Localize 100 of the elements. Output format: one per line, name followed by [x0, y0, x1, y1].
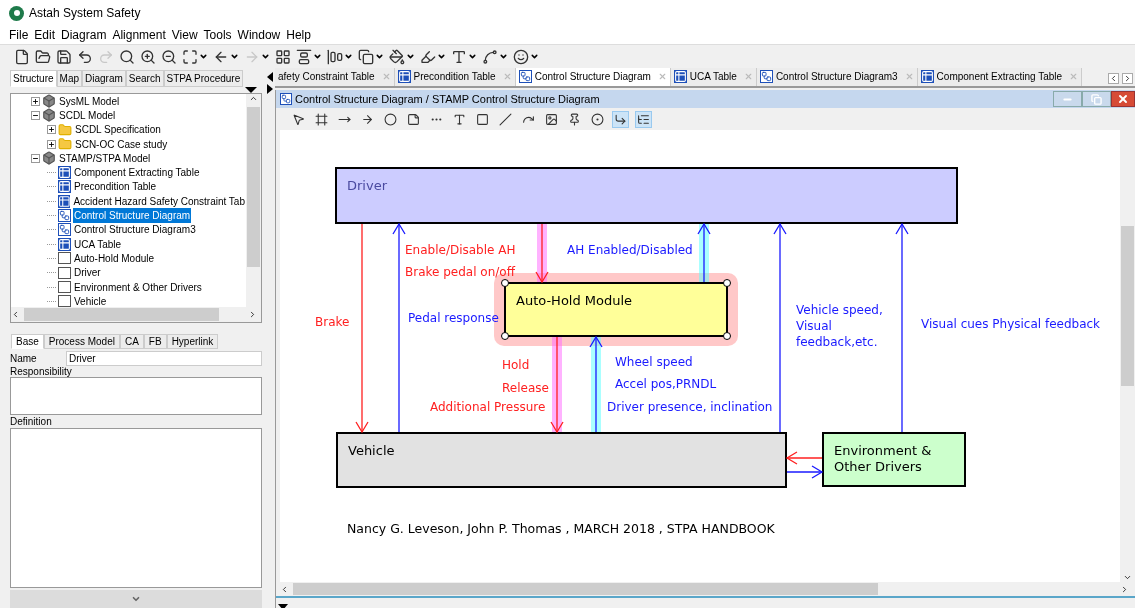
menu-item[interactable]: Alignment [112, 26, 166, 44]
diagram-icon [280, 93, 292, 105]
name-field[interactable]: Driver [66, 350, 262, 366]
dot-icon[interactable] [382, 110, 399, 128]
tree-item[interactable]: SCN-OC Case study [74, 136, 169, 152]
font-icon[interactable] [451, 48, 467, 65]
tab[interactable]: FB [143, 334, 167, 349]
folder-icon [58, 137, 72, 152]
tab[interactable]: Base [11, 334, 44, 349]
menu-item[interactable]: View [171, 26, 198, 44]
flow-label: Brake pedal on/off [405, 264, 515, 280]
tab-scroll-right-icon[interactable] [1122, 73, 1133, 84]
tab[interactable]: STPA Procedure [163, 70, 244, 87]
field-label: Name [10, 351, 38, 366]
scroll-right-icon[interactable] [1120, 584, 1129, 594]
tree-item[interactable]: Driver [73, 265, 102, 281]
tree-item[interactable]: SCDL Specification [74, 122, 162, 138]
collapse-icon[interactable] [31, 110, 40, 120]
tree-item[interactable]: STAMP/STPA Model [58, 150, 152, 166]
align-top-icon[interactable] [296, 48, 312, 65]
vertical-scrollbar[interactable] [246, 94, 261, 307]
scroll-right-icon[interactable] [248, 310, 257, 319]
tree-item[interactable]: Control Structure Diagram [73, 208, 192, 224]
flow-label: Additional Pressure [430, 399, 546, 415]
tab[interactable]: Search [125, 70, 164, 87]
cube-icon [42, 94, 56, 109]
dropdown-caret-icon[interactable] [530, 52, 539, 61]
expand-icon[interactable] [47, 139, 56, 149]
tree-item[interactable]: Auto-Hold Module [73, 250, 156, 266]
flow-label: Brake [315, 314, 350, 330]
collapse-icon[interactable] [31, 153, 40, 163]
stacked-pages-icon[interactable] [358, 48, 374, 65]
dropdown-caret-icon[interactable] [313, 52, 322, 61]
menu-item[interactable]: Help [286, 26, 311, 44]
tab[interactable]: Structure [10, 70, 57, 87]
dropdown-caret-icon[interactable] [406, 52, 415, 61]
scroll-up-icon[interactable] [249, 94, 258, 103]
tree-item[interactable]: UCA Table [73, 236, 123, 252]
line-icon[interactable] [482, 48, 498, 65]
tree-item[interactable]: Environment & Other Drivers [73, 279, 203, 295]
close-button[interactable] [1111, 91, 1135, 107]
smiley-icon[interactable] [513, 48, 529, 65]
expand-icon[interactable] [31, 96, 40, 106]
tree-item[interactable]: Vehicle [73, 293, 108, 307]
dropdown-caret-icon[interactable] [230, 52, 239, 61]
dropdown-caret-icon[interactable] [199, 52, 208, 61]
table-icon [58, 237, 71, 251]
tab[interactable]: Diagram [82, 70, 126, 87]
cube-icon [42, 108, 56, 123]
menu-item[interactable]: Edit [34, 26, 56, 44]
tree-item[interactable]: Component Extracting Table [73, 165, 201, 181]
expand-icon[interactable] [47, 125, 56, 135]
field-label: Responsibility [9, 366, 73, 377]
definition-field[interactable] [10, 428, 262, 588]
responsibility-field[interactable] [10, 377, 262, 415]
resize-handle[interactable] [723, 332, 731, 340]
menu-item[interactable]: Window [237, 26, 281, 44]
resize-handle[interactable] [723, 279, 731, 287]
tab[interactable]: Hyperlink [166, 334, 219, 349]
flow-label: Enable/Disable AH [405, 242, 516, 258]
diagram-icon [518, 70, 532, 83]
tree-item[interactable]: Control Structure Diagram3 [73, 222, 197, 238]
horizontal-scrollbar[interactable] [11, 307, 261, 322]
tree-item[interactable]: SCDL Model [58, 107, 117, 123]
document-tab[interactable]: Control Structure Diagram3 [756, 68, 918, 86]
tab-scroll-left-icon[interactable] [1108, 73, 1119, 84]
tree-item[interactable]: Accident Hazard Safety Constraint Tab [72, 193, 246, 209]
component-icon [58, 252, 71, 265]
tab[interactable]: Process Model [43, 334, 120, 349]
menu-item[interactable]: File [9, 26, 29, 44]
scroll-left-icon[interactable] [280, 584, 289, 594]
document-tab[interactable]: Component Extracting Table [917, 68, 1083, 86]
tab[interactable]: Map [56, 70, 83, 87]
tree-item[interactable]: Precondition Table [73, 179, 158, 195]
tab[interactable]: CA [119, 334, 144, 349]
menu-item[interactable]: Diagram [61, 26, 107, 44]
flow-label: Accel pos,PRNDL [615, 376, 717, 392]
document-tab[interactable]: Control Structure Diagram [515, 68, 671, 86]
paint-bucket-icon[interactable] [389, 48, 405, 65]
resize-handle[interactable] [501, 279, 509, 287]
dropdown-caret-icon[interactable] [437, 52, 446, 61]
scroll-down-icon[interactable] [1123, 573, 1132, 582]
dropdown-caret-icon[interactable] [344, 52, 353, 61]
align-left-icon[interactable] [327, 48, 343, 65]
dropdown-caret-icon[interactable] [468, 52, 477, 61]
table-icon [58, 166, 71, 180]
scroll-left-icon[interactable] [11, 310, 20, 319]
document-tab[interactable]: Precondition Table [394, 68, 516, 86]
diagram-node: Driver [335, 167, 958, 224]
pen-icon[interactable] [420, 48, 436, 65]
document-tab[interactable]: UCA Table [670, 68, 757, 86]
menu-item[interactable]: Tools [203, 26, 232, 44]
document-tab[interactable]: afety Constraint Table [275, 68, 395, 86]
tree-icon[interactable] [635, 110, 652, 128]
tree-item[interactable]: SysML Model [58, 94, 121, 109]
diagram-icon [759, 70, 773, 83]
dropdown-caret-icon[interactable] [499, 52, 508, 61]
dropdown-caret-icon[interactable] [375, 52, 384, 61]
fit-icon[interactable] [182, 48, 198, 65]
resize-handle[interactable] [501, 332, 509, 340]
